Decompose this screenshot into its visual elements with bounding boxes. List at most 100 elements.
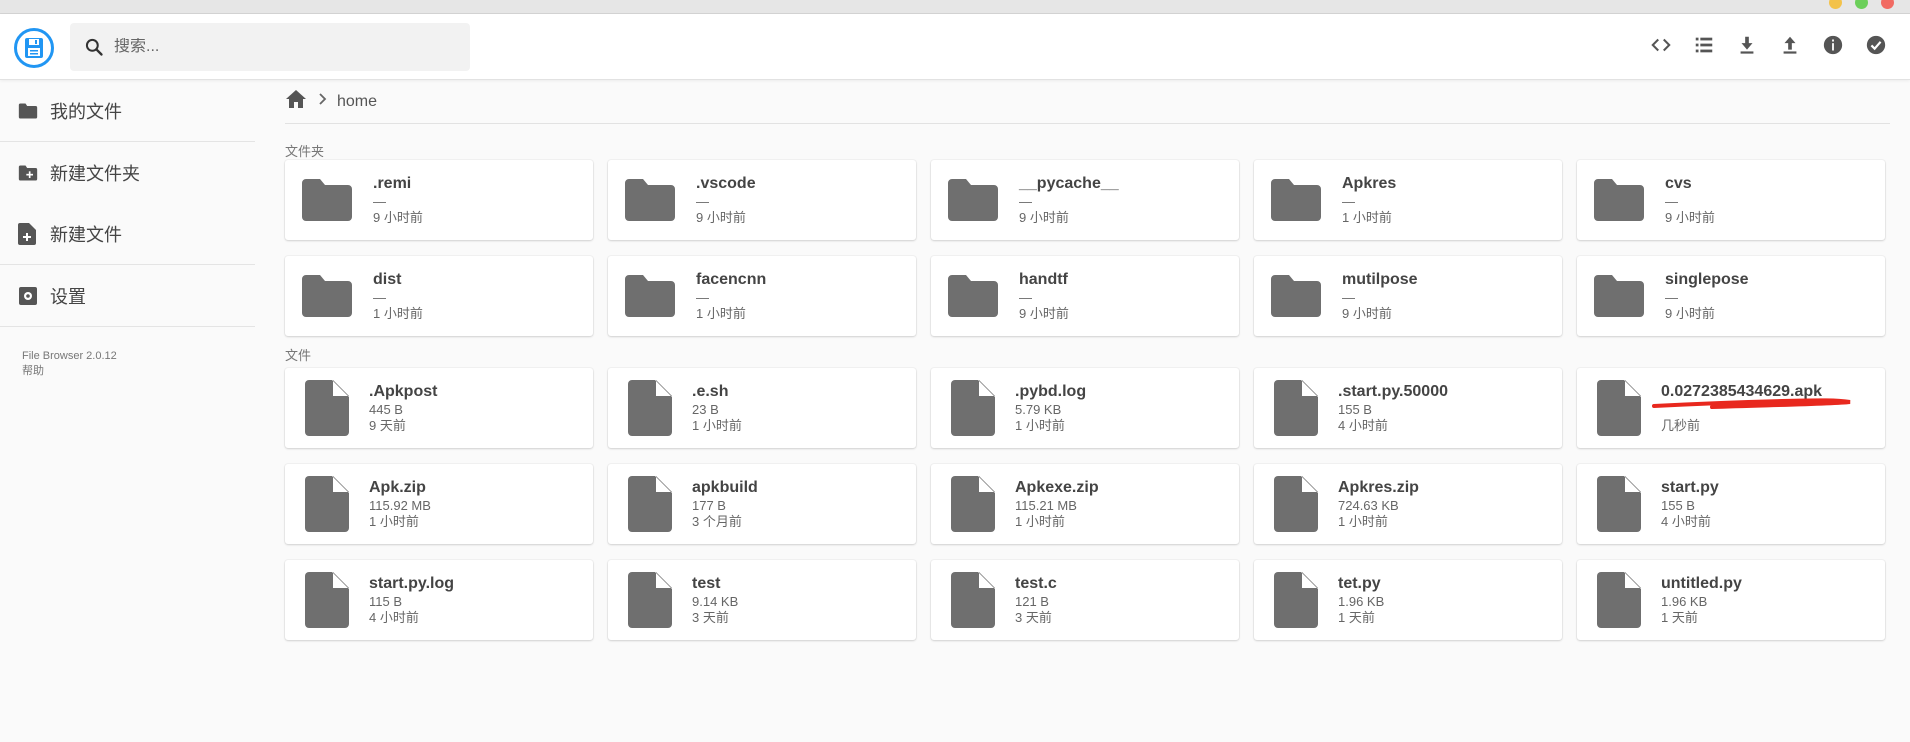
folder-modified: 1 小时前 [373, 305, 423, 321]
minimize-button[interactable] [1829, 0, 1842, 9]
file-item[interactable]: Apkres.zip 724.63 KB 1 小时前 [1254, 464, 1562, 544]
close-button[interactable] [1881, 0, 1894, 9]
download-button[interactable] [1733, 31, 1761, 59]
folder-item[interactable]: facencnn —1 小时前 [608, 256, 916, 336]
sidebar-item-settings[interactable]: 设置 [0, 265, 255, 326]
file-item[interactable]: apkbuild 177 B3 个月前 [608, 464, 916, 544]
folder-modified: 9 小时前 [1019, 209, 1069, 225]
file-icon [301, 474, 353, 534]
sidebar-item-my-files[interactable]: 我的文件 [0, 80, 255, 141]
file-item[interactable]: start.py 155 B4 小时前 [1577, 464, 1885, 544]
file-item[interactable]: test.c 121 B3 天前 [931, 560, 1239, 640]
folder-size: — [1665, 193, 1678, 209]
upload-icon [1783, 36, 1797, 54]
search-box[interactable] [70, 23, 470, 71]
file-info: Apk.zip 115.92 MB 1 小时前 [369, 479, 431, 530]
folder-icon [620, 170, 680, 230]
file-name: apkbuild [692, 478, 758, 496]
folder-modified: 9 小时前 [1665, 209, 1715, 225]
sidebar-item-label: 我的文件 [50, 101, 122, 122]
folder-name: Apkres [1342, 174, 1397, 192]
info-button[interactable] [1819, 31, 1847, 59]
folder-item[interactable]: cvs —9 小时前 [1577, 160, 1885, 240]
file-size: 177 B [692, 497, 726, 513]
file-info: .e.sh 23 B1 小时前 [692, 383, 742, 434]
file-item[interactable]: start.py.log 115 B4 小时前 [285, 560, 593, 640]
file-modified: 3 个月前 [692, 513, 742, 529]
sidebar-item-new-file[interactable]: 新建文件 [0, 203, 255, 264]
file-modified: 1 小时前 [1338, 513, 1388, 529]
sidebar-item-label: 新建文件 [50, 224, 122, 245]
help-link[interactable]: 帮助 [22, 364, 255, 379]
file-icon [1270, 378, 1322, 438]
header-actions [1647, 31, 1890, 59]
file-browser-logo[interactable] [14, 28, 54, 68]
maximize-button[interactable] [1855, 0, 1868, 9]
folder-name: dist [373, 270, 402, 288]
select-button[interactable] [1862, 31, 1890, 59]
main-content: home 文件夹 .remi —9 小时前 .vscode —9 小时前 __pycac… [285, 80, 1890, 640]
file-icon [1593, 378, 1645, 438]
folder-modified: 9 小时前 [373, 209, 423, 225]
file-size: 1.96 KB [1661, 593, 1708, 609]
file-item[interactable]: test 9.14 KB 3 天前 [608, 560, 916, 640]
file-item[interactable]: .e.sh 23 B1 小时前 [608, 368, 916, 448]
file-modified: 1 小时前 [1015, 513, 1065, 529]
version-link[interactable]: File Browser 2.0.12 [22, 349, 255, 364]
file-info: start.py 155 B4 小时前 [1661, 479, 1719, 530]
folder-name: .vscode [696, 174, 756, 192]
folder-item[interactable]: dist —1 小时前 [285, 256, 593, 336]
sidebar-item-new-folder[interactable]: 新建文件夹 [0, 142, 255, 203]
file-item[interactable]: untitled.py 1.96 KB 1 天前 [1577, 560, 1885, 640]
section-title-files: 文件 [285, 348, 312, 363]
file-modified: 1 天前 [1338, 609, 1375, 625]
file-modified: 3 天前 [692, 609, 729, 625]
file-size: 23 B [692, 401, 719, 417]
file-modified: 几秒前 [1661, 417, 1701, 433]
file-modified: 3 天前 [1015, 609, 1052, 625]
file-modified: 4 小时前 [1338, 417, 1388, 433]
folder-icon [943, 170, 1003, 230]
folder-name: handtf [1019, 270, 1068, 288]
folder-item[interactable]: singlepose —9 小时前 [1577, 256, 1885, 336]
folder-size: — [1342, 193, 1355, 209]
folder-item[interactable]: .vscode —9 小时前 [608, 160, 916, 240]
file-size: 115 B [369, 593, 403, 609]
list-view-button[interactable] [1690, 31, 1718, 59]
folder-info: mutilpose —9 小时前 [1342, 271, 1418, 322]
folder-item[interactable]: handtf —9 小时前 [931, 256, 1239, 336]
file-info: tet.py 1.96 KB 1 天前 [1338, 575, 1384, 626]
folder-name: singlepose [1665, 270, 1749, 288]
folder-modified: 9 小时前 [1665, 305, 1715, 321]
folder-item[interactable]: Apkres —1 小时前 [1254, 160, 1562, 240]
folder-size: — [1342, 289, 1355, 305]
file-item[interactable]: Apk.zip 115.92 MB 1 小时前 [285, 464, 593, 544]
header [0, 14, 1910, 80]
folder-size: — [1019, 289, 1032, 305]
file-item[interactable]: Apkexe.zip 115.21 MB 1 小时前 [931, 464, 1239, 544]
folder-size: — [696, 193, 709, 209]
folder-item[interactable]: mutilpose —9 小时前 [1254, 256, 1562, 336]
file-item[interactable]: tet.py 1.96 KB 1 天前 [1254, 560, 1562, 640]
code-view-icon [1651, 38, 1671, 52]
file-item[interactable]: .pybd.log 5.79 KB 1 小时前 [931, 368, 1239, 448]
folder-info: dist —1 小时前 [373, 271, 423, 322]
home-icon[interactable] [285, 89, 307, 114]
search-input[interactable] [114, 38, 454, 56]
upload-button[interactable] [1776, 31, 1804, 59]
file-item[interactable]: .Apkpost 445 B9 天前 [285, 368, 593, 448]
file-name: tet.py [1338, 574, 1381, 592]
section-title-folders: 文件夹 [285, 144, 325, 159]
code-view-button[interactable] [1647, 31, 1675, 59]
file-info: test 9.14 KB 3 天前 [692, 575, 738, 626]
breadcrumb-home[interactable]: home [337, 93, 377, 111]
file-info: 0.0272385434629.apk 几秒前 [1661, 383, 1822, 434]
file-name: start.py [1661, 478, 1719, 496]
folder-item[interactable]: __pycache__ —9 小时前 [931, 160, 1239, 240]
file-size: 5.79 KB [1015, 401, 1062, 417]
folder-item[interactable]: .remi —9 小时前 [285, 160, 593, 240]
folder-grid: .remi —9 小时前 .vscode —9 小时前 __pycache__ —9 小时… [285, 160, 1890, 336]
file-size: 155 B [1661, 497, 1695, 513]
file-item[interactable]: 0.0272385434629.apk 几秒前 [1577, 368, 1885, 448]
file-item[interactable]: .start.py.50000 155 B4 小时前 [1254, 368, 1562, 448]
